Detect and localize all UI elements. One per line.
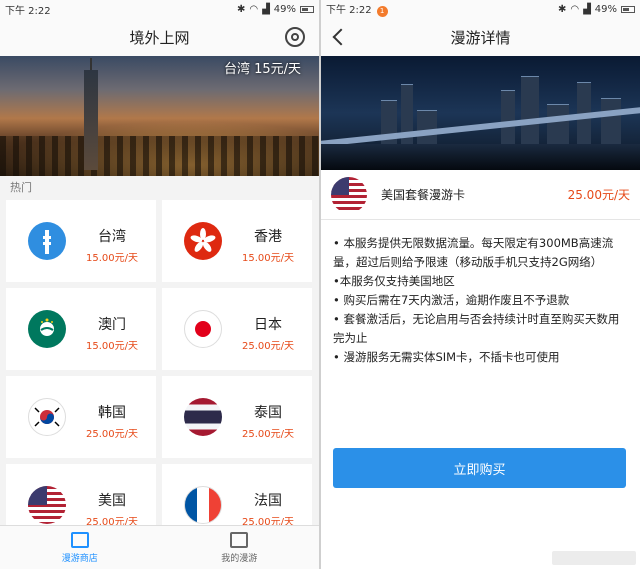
shopping-bag-icon xyxy=(70,532,89,548)
watermark xyxy=(552,551,636,565)
status-time: 下午 2:22 xyxy=(5,5,51,17)
wifi-icon: ◠ xyxy=(249,3,259,15)
section-hot-label: 热门 xyxy=(10,181,32,194)
title-bar: 漫游详情 xyxy=(321,18,640,56)
destination-price: 25.00元/天 xyxy=(242,341,294,352)
destination-price: 15.00元/天 xyxy=(86,341,138,352)
macau-flag-icon xyxy=(28,310,66,348)
new-york-banner-image xyxy=(321,56,640,170)
destination-price: 25.00元/天 xyxy=(86,429,138,440)
destination-price: 25.00元/天 xyxy=(242,429,294,440)
destination-card-thailand[interactable]: 泰国 25.00元/天 xyxy=(162,376,312,458)
destination-card-taiwan[interactable]: 台湾 15.00元/天 xyxy=(6,200,156,282)
hong-kong-flag-icon xyxy=(184,222,222,260)
battery-icon xyxy=(300,5,314,13)
battery-icon xyxy=(621,5,635,13)
status-bar: 下午 2:22 ✱ ◠ ▟ 49% xyxy=(0,0,319,18)
korea-flag-icon xyxy=(28,398,66,436)
city-skyline xyxy=(0,136,319,176)
notification-badge: 1 xyxy=(376,6,388,17)
description-line: • 套餐激活后，无论启用与否会持续计时直至购买天数用完为止 xyxy=(333,312,620,345)
destination-card-macau[interactable]: 澳门 15.00元/天 xyxy=(6,288,156,370)
wifi-icon: ◠ xyxy=(570,3,580,15)
buy-now-button[interactable]: 立即购买 xyxy=(333,448,626,488)
description-line: •本服务仅支持美国地区 xyxy=(333,274,455,288)
description-line: • 购买后需在7天内激活，逾期作废且不予退款 xyxy=(333,293,570,307)
tab-roaming-store[interactable]: 漫游商店 xyxy=(0,526,160,569)
page-title: 境外上网 xyxy=(129,28,190,47)
destination-name: 法国 xyxy=(254,493,282,509)
banner-label: 台湾 15元/天 xyxy=(223,62,301,77)
destination-price: 15.00元/天 xyxy=(242,253,294,264)
destination-grid: 台湾 15.00元/天 香港 15.00元/天 澳门 15.00元/天 日本 2… xyxy=(0,200,319,546)
description-line: • 漫游服务无需实体SIM卡，不插卡也可使用 xyxy=(333,350,560,364)
destination-name: 日本 xyxy=(254,317,282,333)
destination-price: 15.00元/天 xyxy=(86,253,138,264)
destination-name: 泰国 xyxy=(254,405,282,421)
product-price: 25.00元/天 xyxy=(567,188,630,202)
destination-card-hongkong[interactable]: 香港 15.00元/天 xyxy=(162,200,312,282)
gear-icon[interactable] xyxy=(285,27,305,47)
destination-name: 台湾 xyxy=(98,229,126,245)
bluetooth-icon: ✱ xyxy=(557,3,567,15)
tab-label: 漫游商店 xyxy=(61,554,98,564)
status-time: 下午 2:22 xyxy=(326,5,372,16)
featured-banner[interactable]: 台湾 15元/天 xyxy=(0,56,319,176)
thailand-flag-icon xyxy=(184,398,222,436)
destination-name: 香港 xyxy=(254,229,282,245)
status-bar: 下午 2:22 1 ✱ ◠ ▟ 49% xyxy=(321,0,640,18)
battery-text: 49% xyxy=(273,3,296,15)
destination-name: 美国 xyxy=(98,493,126,509)
page-title: 漫游详情 xyxy=(450,28,511,47)
service-description: • 本服务提供无限数据流量。每天限定有300MB高速流量，超过后则给予限速（移动… xyxy=(321,220,640,367)
destination-name: 韩国 xyxy=(98,405,126,421)
product-name: 美国套餐漫游卡 xyxy=(381,188,466,202)
battery-text: 49% xyxy=(594,3,617,15)
product-row: 美国套餐漫游卡 25.00元/天 xyxy=(321,170,640,220)
bottom-tab-bar: 漫游商店 我的漫游 xyxy=(0,525,319,569)
signal-icon: ▟ xyxy=(583,3,591,15)
destination-card-japan[interactable]: 日本 25.00元/天 xyxy=(162,288,312,370)
taiwan-101-icon xyxy=(28,222,66,260)
roaming-detail-screen: 下午 2:22 1 ✱ ◠ ▟ 49% 漫游详情 美国套餐漫游卡 25.00元/天… xyxy=(321,0,640,569)
list-icon xyxy=(230,532,249,548)
tab-my-roaming[interactable]: 我的漫游 xyxy=(160,526,320,569)
roaming-store-screen: 下午 2:22 ✱ ◠ ▟ 49% 境外上网 台湾 15元/天 热门 台湾 15… xyxy=(0,0,319,569)
usa-flag-icon xyxy=(28,486,66,524)
river xyxy=(321,144,640,170)
japan-flag-icon xyxy=(184,310,222,348)
signal-icon: ▟ xyxy=(262,3,270,15)
bluetooth-icon: ✱ xyxy=(236,3,246,15)
back-arrow-icon[interactable] xyxy=(332,28,350,46)
taipei-101-image xyxy=(84,58,98,170)
usa-flag-icon xyxy=(331,176,367,213)
tab-label: 我的漫游 xyxy=(221,554,258,564)
france-flag-icon xyxy=(184,486,222,524)
destination-name: 澳门 xyxy=(98,317,126,333)
destination-card-korea[interactable]: 韩国 25.00元/天 xyxy=(6,376,156,458)
description-line: • 本服务提供无限数据流量。每天限定有300MB高速流量，超过后则给予限速（移动… xyxy=(333,236,614,269)
title-bar: 境外上网 xyxy=(0,18,319,56)
bridge xyxy=(321,107,640,147)
